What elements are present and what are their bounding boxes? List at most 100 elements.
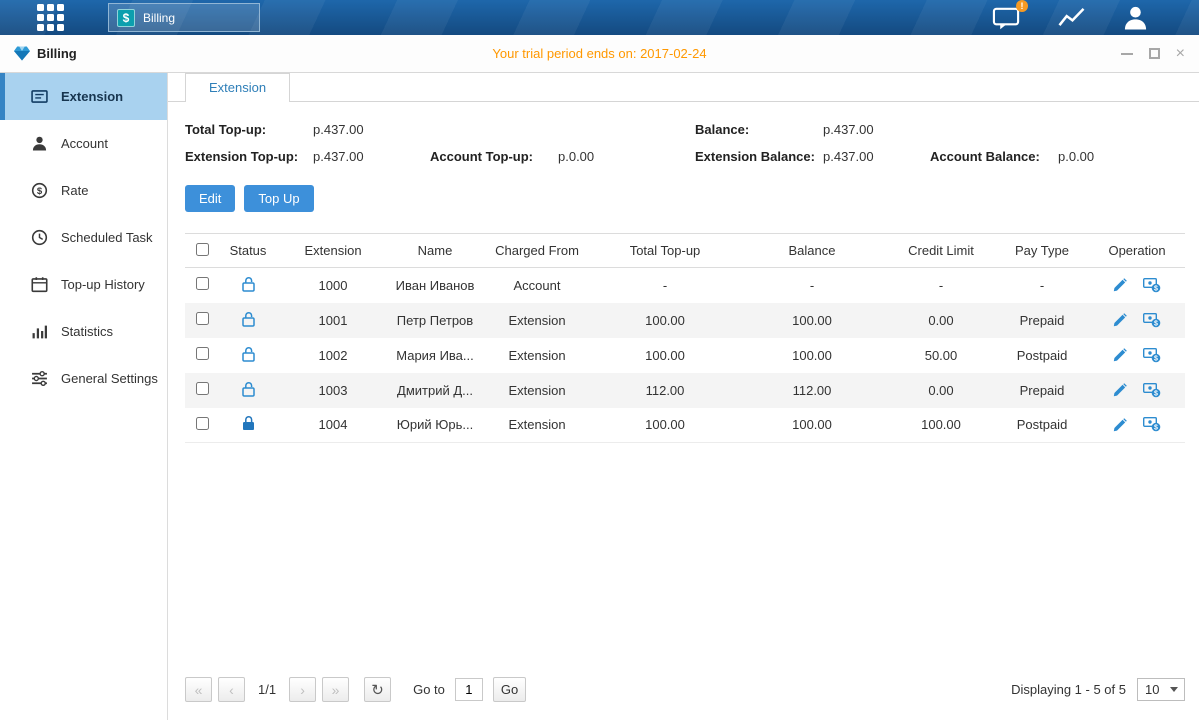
unlocked-icon xyxy=(241,381,256,397)
tab-extension[interactable]: Extension xyxy=(185,73,290,102)
page-indicator: 1/1 xyxy=(258,682,276,697)
column-header-pay-type: Pay Type xyxy=(995,234,1089,268)
sidebar-item-rate[interactable]: Rate xyxy=(0,167,167,214)
app-launcher-icon[interactable] xyxy=(37,4,64,31)
column-header-total-topup: Total Top-up xyxy=(593,234,737,268)
minimize-icon[interactable] xyxy=(1121,53,1133,55)
cell-name: Мария Ива... xyxy=(389,338,481,373)
row-checkbox[interactable] xyxy=(196,277,209,290)
cell-credit-limit: - xyxy=(887,268,995,303)
window-title: Billing xyxy=(37,46,77,61)
cell-name: Дмитрий Д... xyxy=(389,373,481,408)
edit-icon[interactable] xyxy=(1113,418,1127,432)
prev-page-button[interactable]: ‹ xyxy=(218,677,245,702)
top-up-button[interactable]: Top Up xyxy=(244,185,313,212)
cell-charged-from: Extension xyxy=(481,338,593,373)
dropdown-caret-icon xyxy=(1170,687,1178,692)
cell-balance: - xyxy=(737,268,887,303)
cell-balance: 100.00 xyxy=(737,303,887,338)
edit-icon[interactable] xyxy=(1113,383,1127,397)
table-row: 1001 Петр Петров Extension 100.00 100.00… xyxy=(185,303,1185,338)
sidebar-item-label: Top-up History xyxy=(61,277,145,292)
goto-page-input[interactable] xyxy=(455,678,483,701)
summary-value: p.0.00 xyxy=(1058,149,1094,164)
summary-row-1: Total Top-up:p.437.00 Balance:p.437.00 xyxy=(185,122,1185,137)
topbar: $ Billing ! xyxy=(0,0,1199,35)
top-up-icon[interactable] xyxy=(1143,383,1161,398)
summary-label: Total Top-up: xyxy=(185,122,313,137)
cell-credit-limit: 50.00 xyxy=(887,338,995,373)
summary-row-2: Extension Top-up:p.437.00 Account Top-up… xyxy=(185,149,1185,164)
last-page-button[interactable]: » xyxy=(322,677,349,702)
cell-pay-type: Postpaid xyxy=(995,338,1089,373)
top-up-icon[interactable] xyxy=(1143,348,1161,363)
first-page-button[interactable]: « xyxy=(185,677,212,702)
billing-dollar-icon: $ xyxy=(117,9,135,27)
go-button[interactable]: Go xyxy=(493,677,526,702)
summary-balance: Balance:p.437.00 xyxy=(695,122,930,137)
page-size-value: 10 xyxy=(1145,682,1159,697)
row-checkbox[interactable] xyxy=(196,347,209,360)
sidebar-item-label: Rate xyxy=(61,183,88,198)
refresh-button[interactable]: ↻ xyxy=(364,677,391,702)
column-header-balance: Balance xyxy=(737,234,887,268)
edit-icon[interactable] xyxy=(1113,278,1127,292)
edit-icon[interactable] xyxy=(1113,313,1127,327)
row-checkbox[interactable] xyxy=(196,417,209,430)
top-up-icon[interactable] xyxy=(1143,313,1161,328)
sidebar-item-topup-history[interactable]: Top-up History xyxy=(0,261,167,308)
cell-total-topup: 100.00 xyxy=(593,408,737,443)
page-size-select[interactable]: 10 xyxy=(1137,678,1185,701)
summary-label: Account Balance: xyxy=(930,149,1058,164)
edit-button[interactable]: Edit xyxy=(185,185,235,212)
cell-charged-from: Extension xyxy=(481,303,593,338)
cell-total-topup: - xyxy=(593,268,737,303)
sidebar-item-extension[interactable]: Extension xyxy=(0,73,167,120)
cell-name: Юрий Юрь... xyxy=(389,408,481,443)
sidebar-item-general-settings[interactable]: General Settings xyxy=(0,355,167,402)
cell-charged-from: Account xyxy=(481,268,593,303)
next-page-button[interactable]: › xyxy=(289,677,316,702)
statistics-chart-icon[interactable] xyxy=(1057,5,1086,30)
extension-table: Status Extension Name Charged From Total… xyxy=(185,233,1185,443)
cell-charged-from: Extension xyxy=(481,373,593,408)
bar-chart-icon xyxy=(31,323,48,340)
table-row: 1003 Дмитрий Д... Extension 112.00 112.0… xyxy=(185,373,1185,408)
goto-label: Go to xyxy=(413,682,445,697)
top-up-icon[interactable] xyxy=(1143,417,1161,432)
cell-credit-limit: 0.00 xyxy=(887,373,995,408)
table-row: 1002 Мария Ива... Extension 100.00 100.0… xyxy=(185,338,1185,373)
extension-icon xyxy=(31,88,48,105)
summary-account-balance: Account Balance:p.0.00 xyxy=(930,149,1185,164)
column-header-charged-from: Charged From xyxy=(481,234,593,268)
column-header-extension: Extension xyxy=(277,234,389,268)
topbar-billing-tab[interactable]: $ Billing xyxy=(108,3,260,32)
cell-extension: 1003 xyxy=(277,373,389,408)
sidebar-item-account[interactable]: Account xyxy=(0,120,167,167)
select-all-checkbox[interactable] xyxy=(196,243,209,256)
maximize-icon[interactable] xyxy=(1149,48,1160,59)
cell-balance: 100.00 xyxy=(737,338,887,373)
summary-label: Account Top-up: xyxy=(430,149,558,164)
cell-pay-type: Prepaid xyxy=(995,303,1089,338)
sidebar-item-label: Account xyxy=(61,136,108,151)
summary-extension-balance: Extension Balance:p.437.00 xyxy=(695,149,930,164)
close-icon[interactable]: × xyxy=(1176,46,1185,62)
column-header-operation: Operation xyxy=(1089,234,1185,268)
sidebar-item-scheduled-task[interactable]: Scheduled Task xyxy=(0,214,167,261)
account-icon xyxy=(31,135,48,152)
row-checkbox[interactable] xyxy=(196,312,209,325)
trial-notice: Your trial period ends on: 2017-02-24 xyxy=(0,46,1199,61)
cell-total-topup: 112.00 xyxy=(593,373,737,408)
summary-extension-topup: Extension Top-up:p.437.00 xyxy=(185,149,430,164)
cell-extension: 1001 xyxy=(277,303,389,338)
unlocked-icon xyxy=(241,311,256,327)
sidebar-item-label: Extension xyxy=(61,89,123,104)
user-account-icon[interactable] xyxy=(1122,5,1149,30)
messages-icon[interactable]: ! xyxy=(992,5,1021,31)
row-checkbox[interactable] xyxy=(196,382,209,395)
cell-credit-limit: 0.00 xyxy=(887,303,995,338)
edit-icon[interactable] xyxy=(1113,348,1127,362)
top-up-icon[interactable] xyxy=(1143,278,1161,293)
sidebar-item-statistics[interactable]: Statistics xyxy=(0,308,167,355)
